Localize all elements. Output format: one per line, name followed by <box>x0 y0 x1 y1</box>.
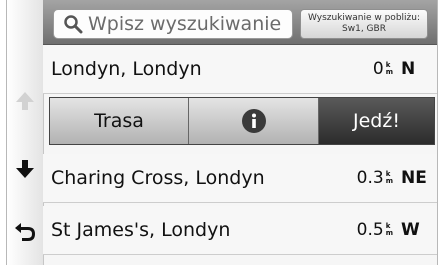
result-name: St James's, Londyn <box>51 219 231 241</box>
route-label: Trasa <box>94 110 144 132</box>
result-row-2[interactable]: Charing Cross, Londyn 0.3 km NE <box>43 154 437 203</box>
search-icon <box>64 15 83 34</box>
result-row-1[interactable]: Londyn, Londyn 0 km N <box>43 45 437 94</box>
arrow-up-icon <box>16 92 34 110</box>
result-name: Londyn, Londyn <box>51 58 202 80</box>
nearby-label: Wyszukiwanie w pobliżu: <box>308 13 420 23</box>
scroll-up-button[interactable] <box>10 84 40 118</box>
result-name: Charing Cross, Londyn <box>51 167 265 189</box>
nearby-location: Sw1, GBR <box>342 24 386 34</box>
info-icon <box>241 109 266 133</box>
back-icon <box>15 223 35 241</box>
side-rail <box>7 0 44 265</box>
scroll-down-button[interactable] <box>10 152 40 186</box>
result-direction: N <box>401 59 416 79</box>
result-distance: 0.5 km <box>356 220 393 240</box>
search-nearby-button[interactable]: Wyszukiwanie w pobliżu: Sw1, GBR <box>300 9 428 39</box>
go-button[interactable]: Jedź! <box>319 98 434 144</box>
search-bar: Wpisz wyszukiwanie Wyszukiwanie w pobliż… <box>43 0 437 45</box>
result-direction: NE <box>401 168 427 188</box>
result-row-3[interactable]: St James's, Londyn 0.5 km W <box>43 206 437 255</box>
result-actions: Trasa Jedź! <box>49 97 435 145</box>
go-label: Jedź! <box>353 110 400 132</box>
back-button[interactable] <box>10 214 40 248</box>
result-direction: W <box>401 220 420 240</box>
route-button[interactable]: Trasa <box>50 98 189 144</box>
search-input[interactable]: Wpisz wyszukiwanie <box>53 9 293 39</box>
navigation-screen: Wpisz wyszukiwanie Wyszukiwanie w pobliż… <box>6 0 438 265</box>
arrow-down-icon <box>16 160 34 178</box>
result-distance: 0 km <box>372 59 393 79</box>
info-button[interactable] <box>189 98 319 144</box>
result-distance: 0.3 km <box>356 168 393 188</box>
search-placeholder: Wpisz wyszukiwanie <box>88 13 282 35</box>
